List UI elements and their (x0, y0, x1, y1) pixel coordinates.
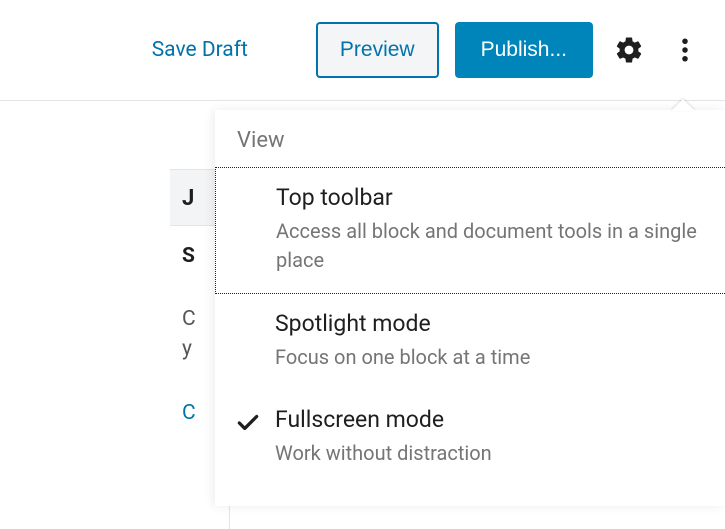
gear-icon (614, 35, 644, 65)
publish-button[interactable]: Publish... (455, 22, 593, 78)
menu-item-top-toolbar[interactable]: Top toolbar Access all block and documen… (215, 167, 725, 294)
menu-item-desc: Focus on one block at a time (275, 343, 703, 372)
menu-item-desc: Work without distraction (275, 439, 703, 468)
settings-button[interactable] (609, 30, 649, 70)
save-draft-button[interactable]: Save Draft (140, 30, 260, 70)
menu-item-title: Fullscreen mode (275, 406, 703, 433)
menu-item-fullscreen-mode[interactable]: Fullscreen mode Work without distraction (215, 390, 725, 486)
dropdown-section-label: View (215, 110, 725, 167)
menu-item-spotlight-mode[interactable]: Spotlight mode Focus on one block at a t… (215, 294, 725, 390)
options-dropdown: View Top toolbar Access all block and do… (215, 110, 725, 506)
more-vertical-icon (670, 35, 700, 65)
editor-toolbar: Save Draft Preview Publish... (0, 0, 725, 101)
dropdown-pointer (671, 99, 695, 111)
menu-item-title: Spotlight mode (275, 310, 703, 337)
menu-item-desc: Access all block and document tools in a… (276, 217, 703, 275)
more-options-button[interactable] (665, 30, 705, 70)
preview-button[interactable]: Preview (316, 22, 439, 78)
menu-item-title: Top toolbar (276, 184, 703, 211)
check-icon (235, 410, 261, 436)
